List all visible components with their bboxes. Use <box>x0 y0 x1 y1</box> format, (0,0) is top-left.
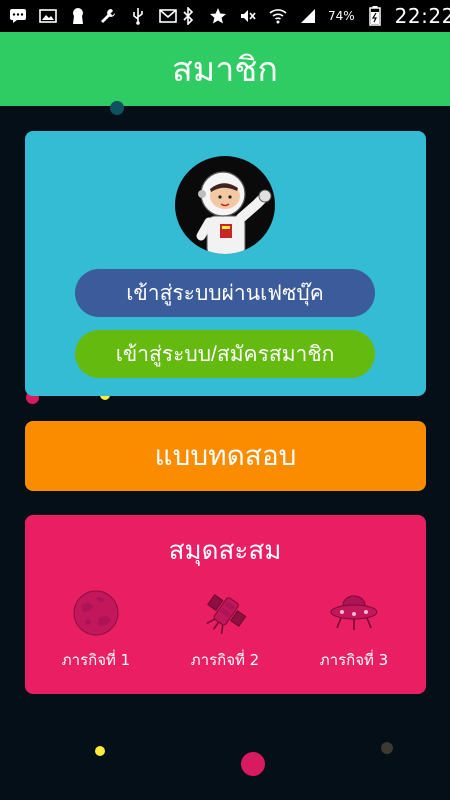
status-right-icons: 74% 22:22 <box>178 4 450 28</box>
battery-percent: 74% <box>328 9 355 23</box>
signal-icon <box>298 6 318 26</box>
mission-3[interactable]: ภารกิจที่ 3 <box>294 588 414 672</box>
clock-time: 22:22 <box>394 4 450 28</box>
test-button-label: แบบทดสอบ <box>154 439 297 472</box>
app-header: สมาชิก <box>0 32 450 106</box>
wifi-icon <box>268 6 288 26</box>
image-icon <box>38 6 58 26</box>
wrench-icon <box>98 6 118 26</box>
mission-label: ภารกิจที่ 1 <box>61 651 131 669</box>
chat-icon <box>8 6 28 26</box>
collection-title: สมุดสะสม <box>168 536 282 566</box>
bluetooth-icon <box>178 6 198 26</box>
keyhole-icon <box>68 6 88 26</box>
mission-label: ภารกิจที่ 2 <box>190 651 260 669</box>
planet-icon <box>71 588 121 638</box>
astronaut-avatar <box>175 156 275 254</box>
member-login-button[interactable]: เข้าสู่ระบบ/สมัครสมาชิก <box>75 330 375 378</box>
usb-icon <box>128 6 148 26</box>
decorative-dot <box>110 101 124 115</box>
mute-icon <box>238 6 258 26</box>
mission-1[interactable]: ภารกิจที่ 1 <box>36 588 156 672</box>
facebook-login-button[interactable]: เข้าสู่ระบบผ่านเฟซบุ๊ค <box>75 269 375 317</box>
decorative-dot <box>381 742 393 754</box>
decorative-dot <box>241 752 265 776</box>
mission-label: ภารกิจที่ 3 <box>319 651 389 669</box>
page-title: สมาชิก <box>172 50 278 90</box>
test-button[interactable]: แบบทดสอบ <box>25 421 426 491</box>
ufo-icon <box>329 588 379 638</box>
battery-icon <box>365 6 385 26</box>
star-icon <box>208 6 228 26</box>
decorative-dot <box>95 746 105 756</box>
status-left-icons <box>8 6 178 26</box>
mission-2[interactable]: ภารกิจที่ 2 <box>165 588 285 672</box>
mail-icon <box>158 6 178 26</box>
satellite-icon <box>200 588 250 638</box>
status-bar: 74% 22:22 <box>0 0 450 32</box>
